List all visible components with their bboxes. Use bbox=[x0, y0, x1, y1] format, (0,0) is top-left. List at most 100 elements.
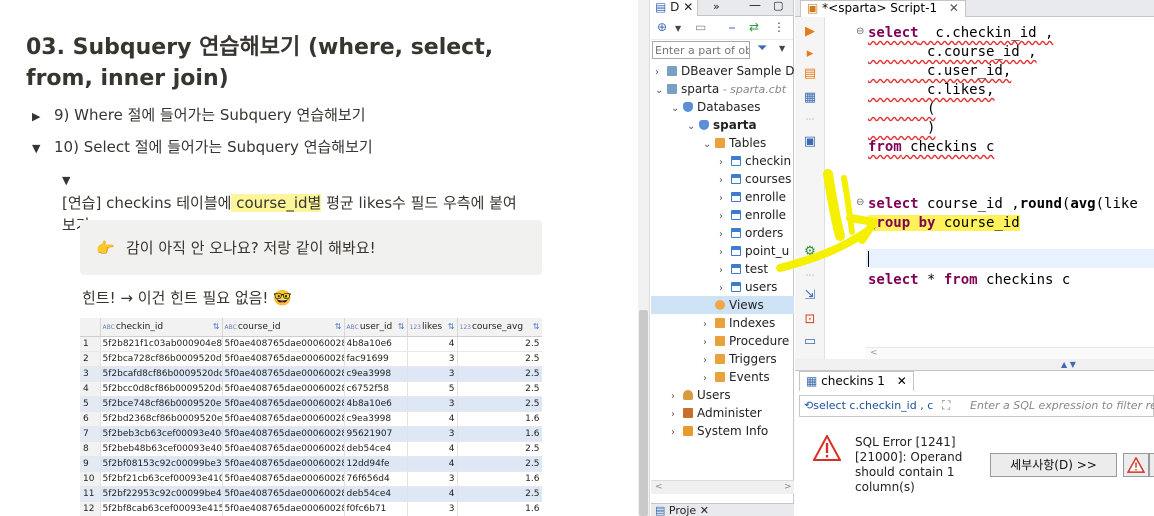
scroll-right-icon[interactable]: > bbox=[784, 482, 792, 492]
table-cell[interactable]: 5f0ae408765dae0006002816 bbox=[222, 471, 345, 487]
toggle-select-subquery[interactable]: ▼ 10) Select 절에 들어가는 Subquery 연습해보기 bbox=[32, 136, 373, 157]
table-cell[interactable]: 5f2beb48b63cef00093e40d4 bbox=[100, 441, 223, 457]
table-cell[interactable]: deb54ce4 bbox=[344, 441, 408, 457]
tree-item-dbeaver-sample-da[interactable]: › DBeaver Sample Da bbox=[655, 62, 794, 80]
table-cell[interactable]: 3 bbox=[407, 501, 458, 516]
chevron-right-icon[interactable]: › bbox=[719, 208, 731, 224]
table-cell[interactable]: 2.5 bbox=[457, 441, 542, 457]
maximize-icon[interactable]: ▢ bbox=[773, 0, 783, 12]
table-cell[interactable]: 3 bbox=[407, 396, 458, 412]
tree-item-system-info[interactable]: › System Info bbox=[671, 422, 794, 440]
new-folder-icon[interactable]: ▭ bbox=[695, 20, 706, 34]
table-cell[interactable]: 5f2bf08153c92c00099be3ff bbox=[100, 456, 223, 472]
page-scrollbar[interactable] bbox=[638, 0, 650, 516]
editor-hscroll[interactable]: < bbox=[866, 347, 1154, 359]
table-cell[interactable]: 5f2bcafd8cf86b0009520dc7 bbox=[100, 366, 223, 382]
table-row[interactable]: 4 5f2bcc0d8cf86b0009520dd1 5f0ae408765dae0… bbox=[80, 381, 542, 397]
dropdown-icon[interactable]: ▼ bbox=[675, 24, 681, 33]
table-cell[interactable]: 3 bbox=[407, 366, 458, 382]
scrollbar-thumb[interactable] bbox=[639, 310, 648, 516]
table-cell[interactable]: c9ea3998 bbox=[344, 411, 408, 427]
console-icon[interactable]: ▣ bbox=[803, 135, 817, 149]
chevron-right-icon[interactable]: › bbox=[703, 334, 715, 350]
tree-item-views[interactable]: Views bbox=[651, 296, 794, 314]
table-cell[interactable]: 5f0ae408765dae0006002817 bbox=[222, 336, 345, 352]
tree-item-events[interactable]: › Events bbox=[703, 368, 794, 386]
chevron-right-icon[interactable]: › bbox=[719, 280, 731, 296]
table-row[interactable]: 3 5f2bcafd8cf86b0009520dc7 5f0ae408765dae0… bbox=[80, 366, 542, 382]
table-cell[interactable]: 12dd94fe bbox=[344, 456, 408, 472]
navigator-hscroll[interactable]: < > bbox=[651, 480, 794, 494]
table-row[interactable]: 6 5f2bd2368cf86b0009520e24 5f0ae408765dae0… bbox=[80, 411, 542, 427]
table-cell[interactable]: 5f2bf8cab63cef00093e415f bbox=[100, 501, 223, 516]
sort-filter-icon[interactable]: ⇅ bbox=[448, 322, 455, 331]
export-icon[interactable]: ⇲ bbox=[803, 289, 817, 303]
table-cell[interactable]: 5f2bd2368cf86b0009520e24 bbox=[100, 411, 223, 427]
table-row[interactable]: 5 5f2bce748cf86b0009520e1d 5f0ae408765dae0… bbox=[80, 396, 542, 412]
chevron-right-icon[interactable]: › bbox=[671, 388, 683, 404]
toggle-closed-icon[interactable]: ▶ bbox=[32, 110, 54, 123]
column-header-2[interactable]: ABCuser_id ⇅ bbox=[344, 318, 408, 337]
column-header-3[interactable]: 123likes ⇅ bbox=[407, 318, 458, 337]
execute-script-icon[interactable]: ▤ bbox=[803, 67, 817, 81]
table-cell[interactable]: 1.6 bbox=[457, 471, 542, 487]
chevron-right-icon[interactable]: › bbox=[719, 190, 731, 206]
tree-item-checkin[interactable]: › checkin bbox=[719, 152, 794, 170]
fold-icon[interactable]: ⊖ bbox=[856, 26, 864, 37]
table-cell[interactable]: 4 bbox=[407, 336, 458, 352]
table-cell[interactable]: 1.6 bbox=[457, 426, 542, 442]
filter-icon[interactable]: ⏷ bbox=[757, 41, 767, 56]
link-editor-icon[interactable]: ⇄ bbox=[749, 20, 759, 34]
table-row[interactable]: 2 5f2bca728cf86b0009520d7f 5f0ae408765dae0… bbox=[80, 351, 542, 367]
chevron-right-icon[interactable]: › bbox=[703, 316, 715, 332]
table-cell[interactable]: c6752f58 bbox=[344, 381, 408, 397]
table-cell[interactable]: 76f656d4 bbox=[344, 471, 408, 487]
chevron-right-icon[interactable]: › bbox=[719, 154, 731, 170]
close-icon[interactable]: ✕ bbox=[949, 1, 959, 15]
table-cell[interactable]: 1.6 bbox=[457, 411, 542, 427]
table-row[interactable]: 11 5f2bf22953c92c00099be412 5f0ae408765dae… bbox=[80, 486, 542, 502]
table-cell[interactable]: 2.5 bbox=[457, 336, 542, 352]
table-row[interactable]: 10 5f2bf21cb63cef00093e410f 5f0ae408765dae… bbox=[80, 471, 542, 487]
tree-item-sparta[interactable]: ⌄ sparta bbox=[687, 116, 794, 134]
column-header-4[interactable]: 123course_avg ⇅ bbox=[457, 318, 542, 337]
explain-plan-icon[interactable]: ▦ bbox=[803, 91, 817, 105]
scroll-left-icon[interactable]: < bbox=[655, 482, 663, 492]
table-cell[interactable]: 5f0ae408765dae0006002816 bbox=[222, 411, 345, 427]
table-cell[interactable]: 5f2bcc0d8cf86b0009520dd1 bbox=[100, 381, 223, 397]
tree-item-indexes[interactable]: › Indexes bbox=[703, 314, 794, 332]
table-cell[interactable]: 4 bbox=[407, 456, 458, 472]
dropdown-icon[interactable]: ▼ bbox=[779, 44, 785, 53]
tree-item-courses[interactable]: › courses bbox=[719, 170, 794, 188]
tree-item-enrolle[interactable]: › enrolle bbox=[719, 188, 794, 206]
chevron-right-icon[interactable]: › bbox=[703, 370, 715, 386]
close-icon[interactable]: ✕ bbox=[683, 0, 693, 14]
table-cell[interactable]: 5f0ae408765dae0006002817 bbox=[222, 381, 345, 397]
table-cell[interactable]: f0fc6b71 bbox=[344, 501, 408, 516]
warning-button[interactable] bbox=[1123, 453, 1149, 477]
chevron-down-icon[interactable]: ⌄ bbox=[655, 82, 667, 98]
tab-results-checkins[interactable]: ▦ checkins 1 ✕ bbox=[799, 371, 914, 391]
table-cell[interactable]: 5f2beb3cb63cef00093e40d3 bbox=[100, 426, 223, 442]
tree-item-users[interactable]: › Users bbox=[671, 386, 794, 404]
sort-filter-icon[interactable]: ⇅ bbox=[398, 322, 405, 331]
file-icon[interactable]: ▭ bbox=[803, 335, 817, 349]
close-icon[interactable]: ✕ bbox=[700, 504, 709, 516]
table-cell[interactable]: 3 bbox=[407, 426, 458, 442]
table-cell[interactable]: 5f2bf21cb63cef00093e410f bbox=[100, 471, 223, 487]
tree-item-users[interactable]: › users bbox=[719, 278, 794, 296]
tree-item-administer[interactable]: › Administer bbox=[671, 404, 794, 422]
import-icon[interactable]: ⊡ bbox=[803, 313, 817, 327]
tree-item-sparta[interactable]: ⌄ sparta - sparta.cbt bbox=[655, 80, 794, 98]
table-cell[interactable]: 2.5 bbox=[457, 486, 542, 502]
toggle-open-icon[interactable]: ▼ bbox=[62, 168, 84, 192]
tree-item-procedure[interactable]: › Procedure bbox=[703, 332, 794, 350]
tab-script-1[interactable]: ▣ *<sparta> Script-1 ✕ bbox=[800, 0, 966, 17]
table-cell[interactable]: 5f2b821f1c03ab000904e862 bbox=[100, 336, 223, 352]
table-cell[interactable]: 4 bbox=[407, 411, 458, 427]
table-cell[interactable]: 2.5 bbox=[457, 351, 542, 367]
settings-gear-icon[interactable]: ⚙ bbox=[803, 245, 817, 259]
table-row[interactable]: 1 5f2b821f1c03ab000904e862 5f0ae408765dae0… bbox=[80, 336, 542, 352]
toggle-open-icon[interactable]: ▼ bbox=[32, 142, 54, 155]
tree-item-orders[interactable]: › orders bbox=[719, 224, 794, 242]
